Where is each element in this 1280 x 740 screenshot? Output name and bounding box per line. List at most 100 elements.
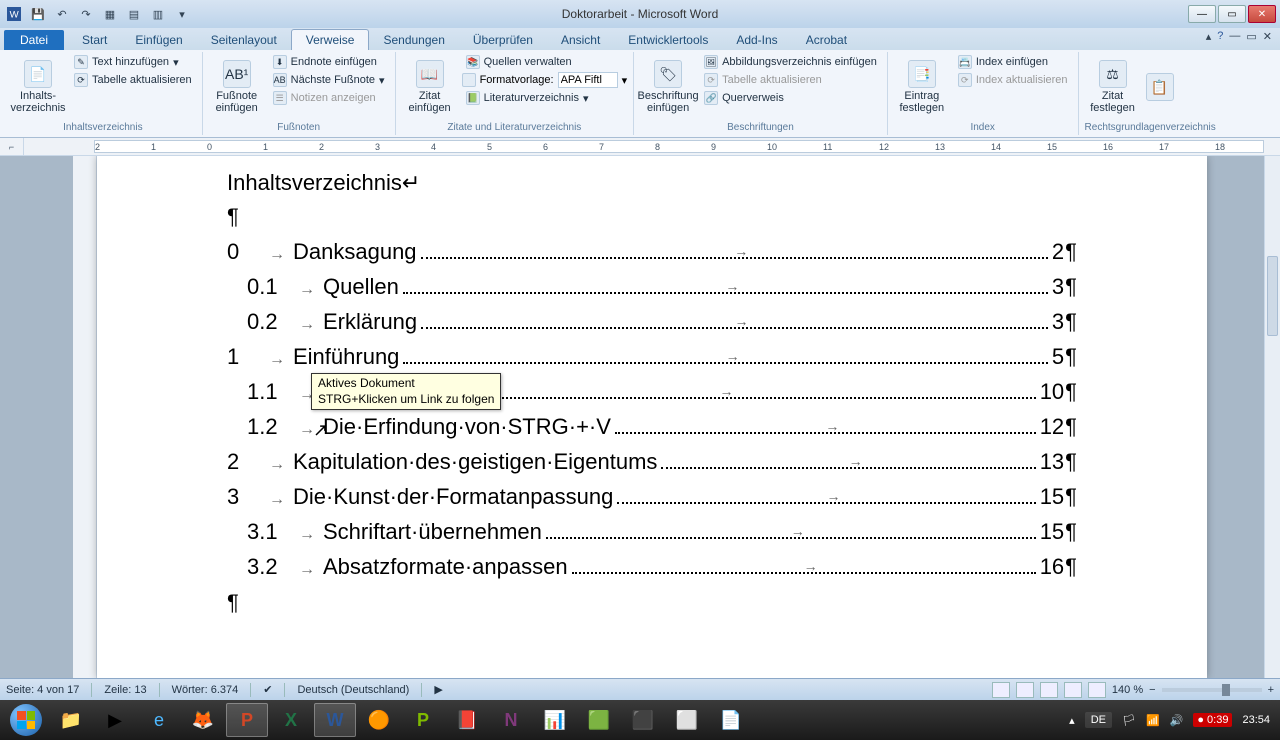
doc-close-icon[interactable]: ✕ bbox=[1263, 30, 1272, 43]
qat-btn-1[interactable]: ▦ bbox=[100, 4, 120, 24]
task-ie[interactable]: e bbox=[138, 703, 180, 737]
status-zoom[interactable]: 140 % bbox=[1112, 684, 1143, 696]
tab-developer[interactable]: Entwicklertools bbox=[614, 30, 722, 50]
toc-entry[interactable]: 0 → Danksagung 2 ¶ bbox=[227, 239, 1077, 265]
tab-references[interactable]: Verweise bbox=[291, 29, 370, 50]
task-app4[interactable]: 🟩 bbox=[578, 703, 620, 737]
status-words[interactable]: Wörter: 6.374 bbox=[172, 684, 239, 696]
view-outline-button[interactable] bbox=[1064, 682, 1082, 698]
toc-entry[interactable]: 0.2 → Erklärung 3 ¶ bbox=[227, 309, 1077, 335]
task-onenote[interactable]: N bbox=[490, 703, 532, 737]
toc-entry[interactable]: 3 → Die·Kunst·der·Formatanpassung 15 ¶ bbox=[227, 484, 1077, 510]
tab-mailings[interactable]: Sendungen bbox=[369, 30, 458, 50]
ruler-corner[interactable]: ⌐ bbox=[0, 138, 24, 155]
tray-up-icon[interactable]: ▴ bbox=[1069, 714, 1075, 727]
horizontal-ruler[interactable]: 210123456789101112131415161718 bbox=[94, 140, 1264, 153]
toc-entry[interactable]: 3.1 → Schriftart·übernehmen 15 ¶ bbox=[227, 519, 1077, 545]
view-web-button[interactable] bbox=[1040, 682, 1058, 698]
help-icon[interactable]: ? bbox=[1217, 30, 1223, 43]
maximize-button[interactable]: ▭ bbox=[1218, 5, 1246, 23]
mark-entry-button[interactable]: 📑Eintrag festlegen bbox=[894, 54, 950, 120]
start-button[interactable] bbox=[4, 702, 48, 738]
endnote-button[interactable]: ⬇Endnote einfügen bbox=[269, 54, 389, 70]
crossref-button[interactable]: 🔗Querverweis bbox=[700, 90, 881, 106]
doc-restore-icon[interactable]: ▭ bbox=[1246, 30, 1256, 43]
task-app3[interactable]: 📊 bbox=[534, 703, 576, 737]
task-app6[interactable]: ⬜ bbox=[666, 703, 708, 737]
caption-button[interactable]: 🏷Beschriftung einfügen bbox=[640, 54, 696, 120]
spellcheck-icon[interactable]: ✔ bbox=[263, 683, 272, 696]
toc-entry[interactable]: 1.2 → Die·Erfindung·von·STRG·+·V 12 ¶↖ bbox=[227, 414, 1077, 440]
zoom-out-button[interactable]: − bbox=[1149, 684, 1155, 696]
tray-network-icon[interactable]: 📶 bbox=[1146, 714, 1160, 727]
macro-icon[interactable]: ▶ bbox=[434, 683, 442, 696]
next-footnote-button[interactable]: ABNächste Fußnote ▾ bbox=[269, 72, 389, 88]
save-icon[interactable]: 💾 bbox=[28, 4, 48, 24]
tray-lang[interactable]: DE bbox=[1085, 712, 1112, 728]
tab-review[interactable]: Überprüfen bbox=[459, 30, 547, 50]
mark-citation-button[interactable]: ⚖Zitat festlegen bbox=[1085, 54, 1141, 120]
doc-minimize-icon[interactable]: — bbox=[1229, 30, 1240, 43]
task-mediaplayer[interactable]: ▶ bbox=[94, 703, 136, 737]
qat-dropdown-icon[interactable]: ▾ bbox=[172, 4, 192, 24]
close-button[interactable]: ✕ bbox=[1248, 5, 1276, 23]
scrollbar-thumb[interactable] bbox=[1267, 256, 1278, 336]
tab-start[interactable]: Start bbox=[68, 30, 121, 50]
view-draft-button[interactable] bbox=[1088, 682, 1106, 698]
word-icon[interactable]: W bbox=[4, 4, 24, 24]
status-lang[interactable]: Deutsch (Deutschland) bbox=[297, 684, 409, 696]
tab-view[interactable]: Ansicht bbox=[547, 30, 614, 50]
page[interactable]: Inhaltsverzeichnis↵ ¶ 0 → Danksagung 2 ¶… bbox=[97, 156, 1207, 678]
qat-btn-2[interactable]: ▤ bbox=[124, 4, 144, 24]
tray-clock[interactable]: 23:54 bbox=[1242, 714, 1270, 726]
tray-flag-icon[interactable]: 🏳 bbox=[1122, 714, 1136, 727]
vertical-ruler[interactable] bbox=[73, 156, 97, 678]
undo-icon[interactable]: ↶ bbox=[52, 4, 72, 24]
toc-button[interactable]: 📄Inhalts- verzeichnis bbox=[10, 54, 66, 120]
tray-volume-icon[interactable]: 🔊 bbox=[1170, 714, 1184, 727]
task-excel[interactable]: X bbox=[270, 703, 312, 737]
tab-insert[interactable]: Einfügen bbox=[121, 30, 196, 50]
manage-sources-button[interactable]: 📚Quellen verwalten bbox=[462, 54, 628, 70]
tab-pagelayout[interactable]: Seitenlayout bbox=[197, 30, 291, 50]
add-text-button[interactable]: ✎Text hinzufügen ▾ bbox=[70, 54, 196, 70]
task-explorer[interactable]: 📁 bbox=[50, 703, 92, 737]
style-input[interactable] bbox=[558, 72, 618, 88]
task-app7[interactable]: 📄 bbox=[710, 703, 752, 737]
toc-entry[interactable]: 1 → Einführung 5 ¶ bbox=[227, 344, 1077, 370]
view-read-button[interactable] bbox=[1016, 682, 1034, 698]
task-word[interactable]: W bbox=[314, 703, 356, 737]
citation-button[interactable]: 📖Zitat einfügen bbox=[402, 54, 458, 120]
authorities-extra-button[interactable]: 📋 bbox=[1145, 54, 1175, 120]
zoom-in-button[interactable]: + bbox=[1268, 684, 1274, 696]
task-app5[interactable]: ⬛ bbox=[622, 703, 664, 737]
footnote-button[interactable]: AB¹Fußnote einfügen bbox=[209, 54, 265, 120]
view-print-button[interactable] bbox=[992, 682, 1010, 698]
status-page[interactable]: Seite: 4 von 17 bbox=[6, 684, 79, 696]
zoom-slider[interactable] bbox=[1162, 688, 1262, 692]
qat-btn-3[interactable]: ▥ bbox=[148, 4, 168, 24]
ribbon-minimize-icon[interactable]: ▴ bbox=[1206, 30, 1212, 43]
toc-entry[interactable]: 3.2 → Absatzformate·anpassen 16 ¶ bbox=[227, 554, 1077, 580]
tab-file[interactable]: Datei bbox=[4, 30, 64, 50]
task-app1[interactable]: 🟠 bbox=[358, 703, 400, 737]
task-firefox[interactable]: 🦊 bbox=[182, 703, 224, 737]
tray-recording[interactable]: ● 0:39 bbox=[1193, 713, 1232, 727]
tab-addins[interactable]: Add-Ins bbox=[722, 30, 791, 50]
minimize-button[interactable]: — bbox=[1188, 5, 1216, 23]
insert-index-button[interactable]: 📇Index einfügen bbox=[954, 54, 1072, 70]
redo-icon[interactable]: ↷ bbox=[76, 4, 96, 24]
toc-entry[interactable]: 1.1 → RG·+·C 10 ¶Aktives DokumentSTRG+Kl… bbox=[227, 379, 1077, 405]
toc-entry[interactable]: 0.1 → Quellen 3 ¶ bbox=[227, 274, 1077, 300]
status-line[interactable]: Zeile: 13 bbox=[104, 684, 146, 696]
bibliography-button[interactable]: 📗Literaturverzeichnis ▾ bbox=[462, 90, 628, 106]
toc-entry[interactable]: 2 → Kapitulation·des·geistigen·Eigentums… bbox=[227, 449, 1077, 475]
tab-acrobat[interactable]: Acrobat bbox=[792, 30, 861, 50]
vertical-scrollbar[interactable] bbox=[1264, 156, 1280, 678]
task-powerpoint[interactable]: P bbox=[226, 703, 268, 737]
fig-index-button[interactable]: 🖼Abbildungsverzeichnis einfügen bbox=[700, 54, 881, 70]
style-select[interactable]: Formatvorlage: ▾ bbox=[462, 72, 628, 88]
task-acrobat[interactable]: 📕 bbox=[446, 703, 488, 737]
update-table-button[interactable]: ⟳Tabelle aktualisieren bbox=[70, 72, 196, 88]
task-app2[interactable]: P bbox=[402, 703, 444, 737]
